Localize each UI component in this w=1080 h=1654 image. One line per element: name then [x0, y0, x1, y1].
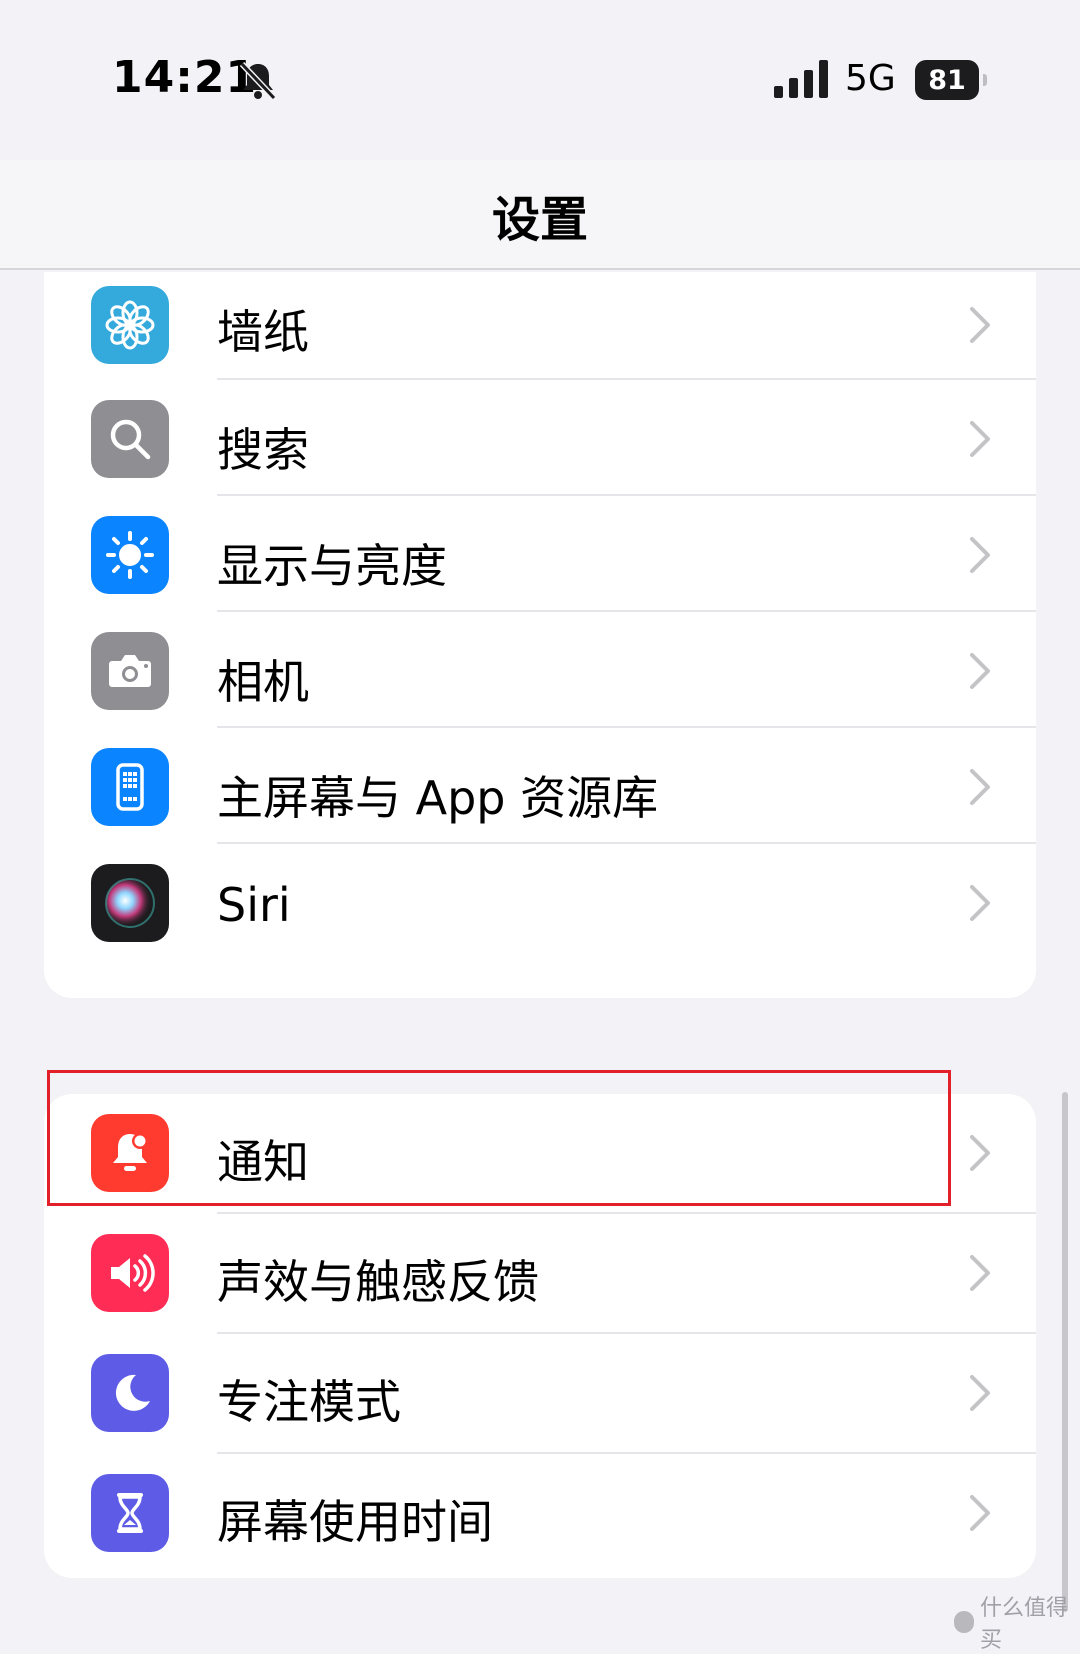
- row-label: 相机: [217, 655, 309, 709]
- navigation-bar: 设置: [0, 160, 1080, 270]
- chevron-right-icon: [970, 769, 990, 805]
- battery-level: 81: [915, 60, 979, 100]
- battery-cap: [983, 74, 987, 86]
- settings-row-home-screen[interactable]: 主屏幕与 App 资源库: [44, 728, 1036, 844]
- bell-slash-icon: [239, 61, 277, 101]
- chevron-right-icon: [970, 1375, 990, 1411]
- home-screen-icon: [91, 748, 169, 826]
- chevron-right-icon: [970, 537, 990, 573]
- row-label: Siri: [217, 878, 291, 932]
- status-bar: 14:21 5G 81: [0, 0, 1080, 160]
- settings-row-sounds-haptics[interactable]: 声效与触感反馈: [44, 1214, 1036, 1334]
- moon-icon: [91, 1354, 169, 1432]
- speaker-icon: [91, 1234, 169, 1312]
- row-label: 搜索: [217, 423, 309, 477]
- camera-icon: [91, 632, 169, 710]
- chevron-right-icon: [970, 653, 990, 689]
- cellular-signal-icon: [774, 60, 828, 98]
- chevron-right-icon: [970, 1495, 990, 1531]
- watermark: 什么值得买: [954, 1590, 1080, 1654]
- wallpaper-flower-icon: [91, 286, 169, 364]
- settings-row-focus[interactable]: 专注模式: [44, 1334, 1036, 1454]
- chevron-right-icon: [970, 307, 990, 343]
- row-label: 声效与触感反馈: [217, 1255, 539, 1309]
- hourglass-icon: [91, 1474, 169, 1552]
- settings-row-screen-time[interactable]: 屏幕使用时间: [44, 1454, 1036, 1578]
- row-label: 墙纸: [217, 305, 309, 359]
- network-type: 5G: [845, 58, 896, 99]
- sun-icon: [91, 516, 169, 594]
- row-label: 专注模式: [217, 1375, 401, 1429]
- settings-group-display: 墙纸 搜索 显示与亮度 相机 主屏幕与 App 资源库 Siri: [44, 272, 1036, 998]
- chevron-right-icon: [970, 421, 990, 457]
- row-label: 屏幕使用时间: [217, 1495, 493, 1549]
- siri-orb-icon: [91, 864, 169, 942]
- chevron-right-icon: [970, 885, 990, 921]
- settings-row-display-brightness[interactable]: 显示与亮度: [44, 496, 1036, 612]
- settings-row-wallpaper[interactable]: 墙纸: [44, 272, 1036, 380]
- settings-row-camera[interactable]: 相机: [44, 612, 1036, 728]
- magnifier-icon: [91, 400, 169, 478]
- battery-icon: 81: [915, 60, 987, 100]
- page-title: 设置: [491, 192, 588, 248]
- watermark-text: 什么值得买: [980, 1596, 1069, 1653]
- annotation-highlight-box: [47, 1070, 951, 1206]
- scrollbar[interactable]: [1062, 1092, 1068, 1612]
- chevron-right-icon: [970, 1255, 990, 1291]
- settings-row-siri[interactable]: Siri: [44, 844, 1036, 988]
- row-label: 主屏幕与 App 资源库: [217, 771, 659, 825]
- chevron-right-icon: [970, 1135, 990, 1171]
- settings-row-search[interactable]: 搜索: [44, 380, 1036, 496]
- row-label: 显示与亮度: [217, 539, 447, 593]
- watermark-logo-icon: [954, 1611, 974, 1633]
